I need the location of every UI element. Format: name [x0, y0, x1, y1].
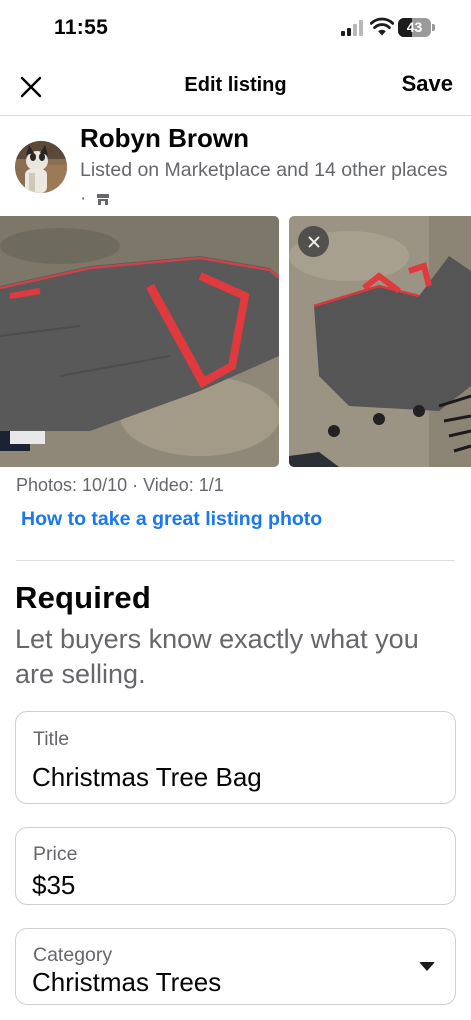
- remove-photo-button[interactable]: [298, 226, 329, 257]
- required-heading: Required: [15, 580, 151, 615]
- wifi-icon: [370, 17, 394, 36]
- page-title: Edit listing: [184, 74, 287, 96]
- chevron-down-icon[interactable]: [419, 962, 435, 971]
- battery-percentage: 43: [406, 19, 423, 35]
- divider: [16, 560, 455, 561]
- price-label: Price: [33, 843, 78, 865]
- listing-photo-tip-link[interactable]: How to take a great listing photo: [21, 508, 322, 531]
- battery-icon: 43: [398, 18, 436, 37]
- required-subtitle: Let buyers know exactly what you are sel…: [15, 624, 419, 689]
- title-value[interactable]: Christmas Tree Bag: [32, 762, 262, 793]
- nav-bar: Edit listing Save: [0, 58, 471, 116]
- seller-name[interactable]: Robyn Brown: [80, 123, 249, 154]
- remove-photo-icon: [308, 236, 319, 247]
- title-field[interactable]: Title Christmas Tree Bag: [15, 711, 456, 804]
- category-value[interactable]: Christmas Trees: [32, 967, 221, 998]
- price-value[interactable]: $35: [32, 870, 75, 901]
- avatar[interactable]: [15, 141, 67, 193]
- status-bar: 11:55 43: [0, 0, 471, 58]
- photo-count: Photos: 10/10 · Video: 1/1: [16, 475, 224, 495]
- category-label: Category: [33, 944, 113, 966]
- listed-on-label: Listed on Marketplace and 14 other place…: [80, 159, 448, 209]
- signal-icon: [341, 20, 363, 36]
- status-time: 11:55: [54, 16, 109, 39]
- listing-photo-1[interactable]: [0, 216, 279, 467]
- shop-icon: [96, 193, 109, 205]
- listed-on-text: Listed on Marketplace and 14 other place…: [80, 156, 450, 212]
- save-button[interactable]: Save: [402, 71, 453, 97]
- title-label: Title: [33, 728, 70, 750]
- price-field[interactable]: Price $35: [15, 827, 456, 905]
- category-select[interactable]: Category Christmas Trees: [15, 928, 456, 1005]
